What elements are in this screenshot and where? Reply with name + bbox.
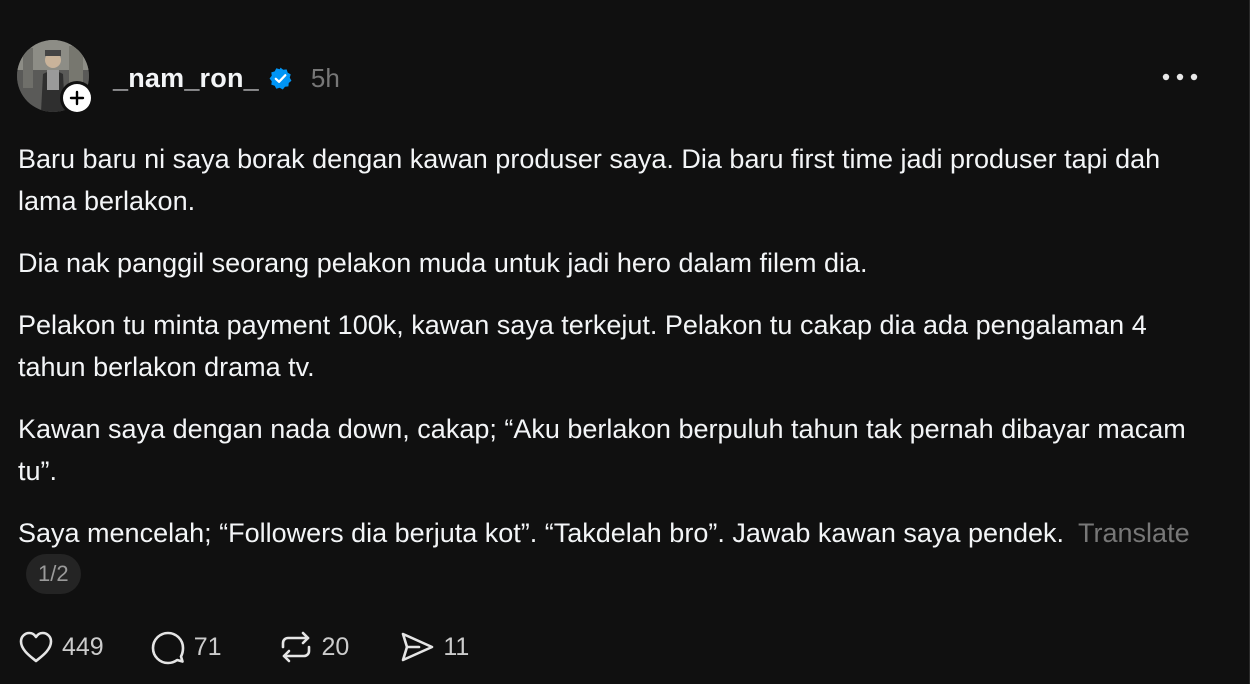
page-indicator[interactable]: 1/2 xyxy=(26,553,81,594)
post-paragraph-last: Saya mencelah; “Followers dia berjuta ko… xyxy=(18,512,1218,597)
thread-post: _nam_ron_ 5h Baru baru ni saya borak den… xyxy=(0,0,1250,684)
post-paragraph: Dia nak panggil seorang pelakon muda unt… xyxy=(18,248,868,278)
like-count: 449 xyxy=(62,632,104,661)
post-paragraph: Saya mencelah; “Followers dia berjuta ko… xyxy=(18,518,1065,548)
reply-count: 71 xyxy=(193,632,222,661)
heart-icon xyxy=(19,631,53,663)
post-header: _nam_ron_ 5h xyxy=(113,58,340,98)
repost-count: 20 xyxy=(321,632,350,661)
post-paragraph: Baru baru ni saya borak dengan kawan pro… xyxy=(18,144,1161,216)
post-body: Baru baru ni saya borak dengan kawan pro… xyxy=(18,138,1218,617)
username-link[interactable]: _nam_ron_ xyxy=(113,63,259,94)
repost-button[interactable]: 20 xyxy=(278,629,350,665)
verified-badge-icon xyxy=(268,66,293,91)
share-button[interactable]: 11 xyxy=(399,630,469,664)
action-bar: 449 71 20 11 xyxy=(18,626,469,668)
more-options-button[interactable] xyxy=(1158,64,1202,90)
comment-icon xyxy=(151,631,185,665)
translate-link[interactable]: Translate xyxy=(1078,518,1190,548)
share-count: 11 xyxy=(443,632,470,661)
follow-button[interactable] xyxy=(60,81,94,115)
avatar-container[interactable] xyxy=(17,40,94,115)
more-horizontal-icon xyxy=(1162,73,1198,81)
post-timestamp: 5h xyxy=(310,62,340,93)
post-paragraph: Kawan saya dengan nada down, cakap; “Aku… xyxy=(18,414,1186,486)
like-button[interactable]: 449 xyxy=(18,630,104,664)
repost-icon xyxy=(281,631,310,663)
send-icon xyxy=(402,632,434,662)
reply-button[interactable]: 71 xyxy=(150,629,222,665)
post-paragraph: Pelakon tu minta payment 100k, kawan say… xyxy=(18,310,1147,382)
plus-icon xyxy=(69,90,85,106)
